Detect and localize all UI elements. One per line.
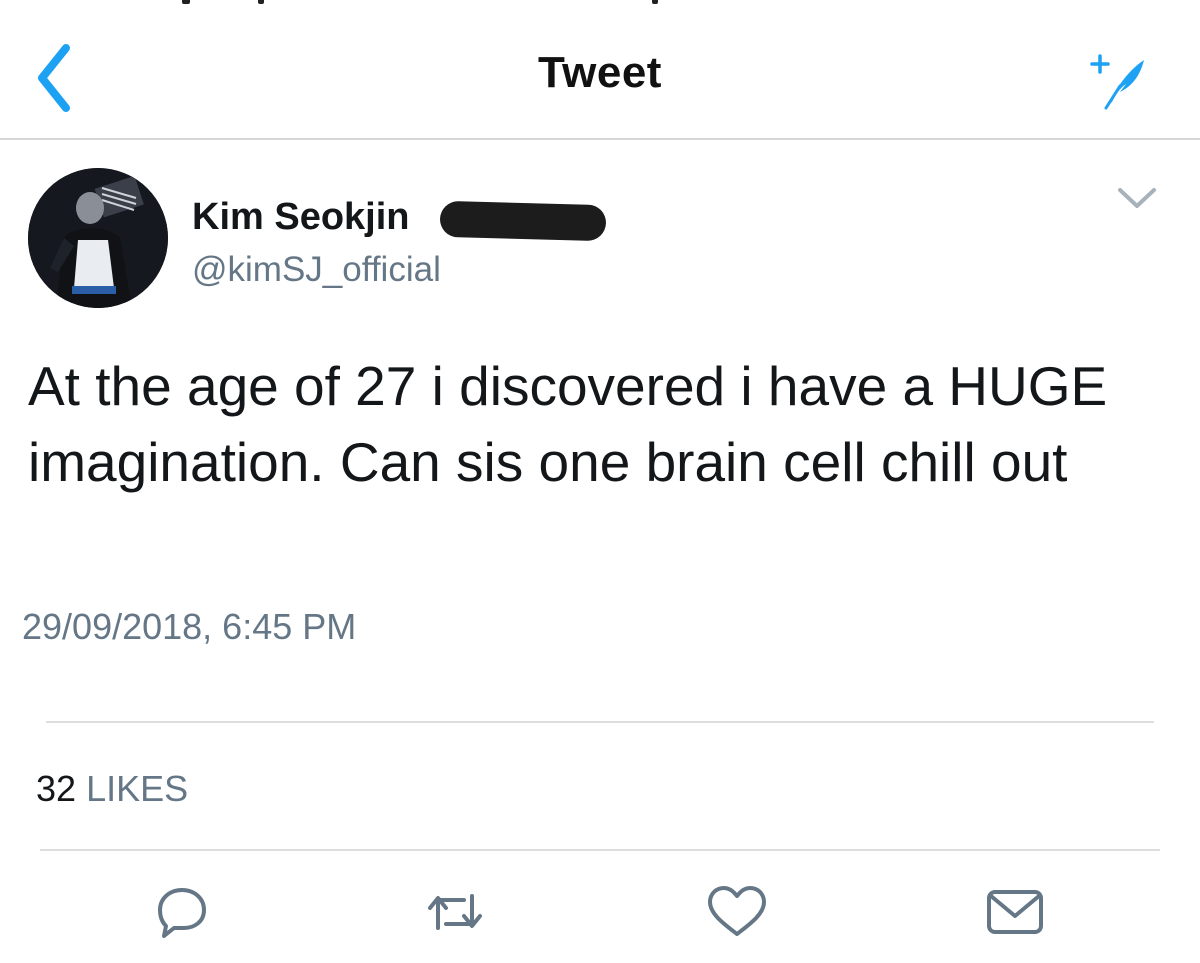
compose-tweet-button[interactable] [1086,50,1152,110]
status-bar-remnant [0,0,1200,10]
envelope-icon [987,890,1043,934]
divider [46,721,1154,723]
reply-button[interactable] [146,882,216,942]
compose-feather-icon [1090,54,1144,110]
author-display-name[interactable]: Kim Seokjin [192,196,410,239]
avatar[interactable] [28,168,168,308]
likes-stat[interactable]: 32 LIKES [36,768,188,810]
profile-photo-icon [28,168,168,308]
reply-bubble-icon [158,888,206,938]
heart-icon [708,886,766,936]
tweet-options-button[interactable] [1114,180,1160,214]
navigation-bar: Tweet [0,10,1200,140]
share-via-dm-button[interactable] [980,882,1050,942]
likes-label: LIKES [86,768,189,809]
divider [40,849,1160,851]
author-handle[interactable]: @kimSJ_official [192,250,441,290]
likes-count: 32 [36,768,77,809]
redaction-scribble [439,200,607,242]
like-button[interactable] [702,882,772,942]
chevron-down-icon [1118,188,1156,208]
tweet-timestamp: 29/09/2018, 6:45 PM [22,606,357,647]
tweet-detail-screen: Tweet Kim Seokjin @kimSJ_official At the… [0,0,1200,963]
page-title: Tweet [538,48,662,97]
retweet-icon [428,894,482,930]
retweet-button[interactable] [420,882,490,942]
tweet-text: At the age of 27 i discovered i have a H… [28,355,1108,493]
